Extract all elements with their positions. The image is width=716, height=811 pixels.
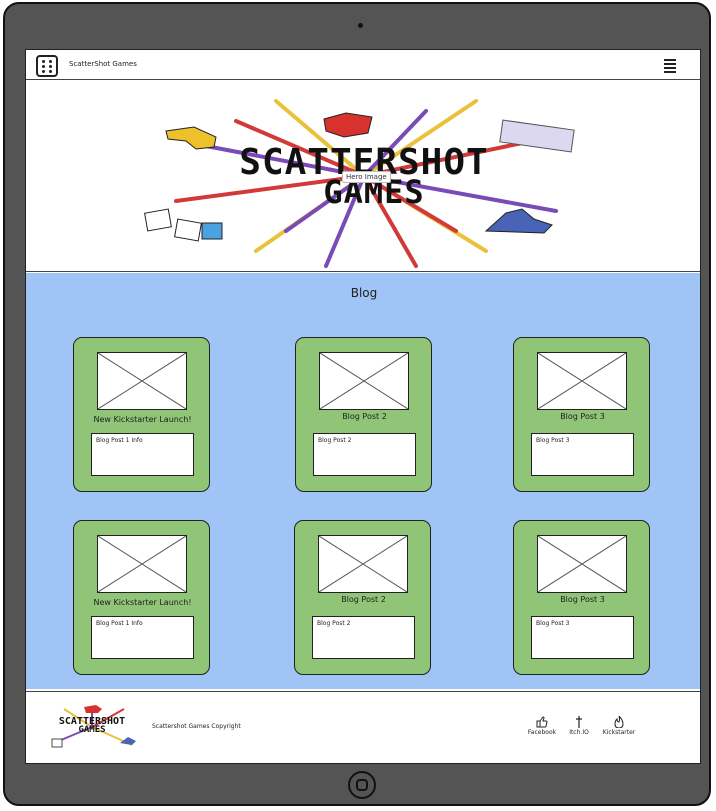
tablet-frame: ScatterShot Games SCATTERSHOT GAMES Hero… xyxy=(3,2,711,806)
blog-section: Blog New Kickstarter Launch! Blog Post 1… xyxy=(26,273,700,689)
blog-heading: Blog xyxy=(350,286,378,300)
hamburger-menu-icon[interactable] xyxy=(664,59,676,73)
image-placeholder xyxy=(319,352,409,410)
card-info: Blog Post 1 Info xyxy=(91,433,194,476)
hero-image-label: Hero Image xyxy=(342,171,391,183)
image-placeholder xyxy=(537,352,627,410)
kickstarter-label: Kickstarter xyxy=(602,729,636,736)
kickstarter-link[interactable]: Kickstarter xyxy=(601,716,637,736)
card-title: New Kickstarter Launch! xyxy=(93,598,192,607)
flame-icon xyxy=(614,716,624,728)
card-info: Blog Post 1 Info xyxy=(91,616,194,659)
blog-card[interactable]: Blog Post 2 Blog Post 2 xyxy=(295,337,432,492)
image-placeholder xyxy=(97,535,187,593)
navbar: ScatterShot Games xyxy=(26,50,700,80)
itchio-label: Itch.IO xyxy=(569,729,589,736)
footer-logo-line2: GAMES xyxy=(78,725,106,735)
brand-name[interactable]: ScatterShot Games xyxy=(69,60,137,68)
blog-card[interactable]: Blog Post 3 Blog Post 3 xyxy=(513,337,650,492)
blog-card[interactable]: New Kickstarter Launch! Blog Post 1 Info xyxy=(73,520,210,675)
footer-logo[interactable]: SCATTERSHOT GAMES xyxy=(44,705,140,749)
card-info: Blog Post 3 xyxy=(531,616,634,659)
blog-card[interactable]: Blog Post 2 Blog Post 2 xyxy=(294,520,431,675)
itchio-link[interactable]: Itch.IO xyxy=(561,716,597,736)
image-placeholder xyxy=(97,352,187,410)
dice-icon[interactable] xyxy=(36,55,58,77)
screen: ScatterShot Games SCATTERSHOT GAMES Hero… xyxy=(25,49,701,764)
copyright-text: Scattershot Games Copyright xyxy=(152,723,241,730)
image-placeholder xyxy=(537,535,627,593)
footer: SCATTERSHOT GAMES Scattershot Games Copy… xyxy=(26,691,700,763)
blog-card[interactable]: New Kickstarter Launch! Blog Post 1 Info xyxy=(73,337,210,492)
card-title: Blog Post 2 xyxy=(342,412,387,421)
card-info: Blog Post 2 xyxy=(312,616,415,659)
card-info: Blog Post 3 xyxy=(531,433,634,476)
home-button[interactable] xyxy=(348,771,376,799)
sword-icon xyxy=(576,716,582,728)
card-info: Blog Post 2 xyxy=(313,433,416,476)
camera-dot xyxy=(358,23,363,28)
hero-image: SCATTERSHOT GAMES Hero Image xyxy=(26,81,700,272)
card-title: Blog Post 3 xyxy=(560,412,605,421)
card-title: Blog Post 2 xyxy=(341,595,386,604)
blog-card[interactable]: Blog Post 3 Blog Post 3 xyxy=(513,520,650,675)
image-placeholder xyxy=(318,535,408,593)
thumbs-up-icon xyxy=(536,716,548,728)
facebook-link[interactable]: Facebook xyxy=(524,716,560,736)
facebook-label: Facebook xyxy=(527,729,557,736)
card-title: New Kickstarter Launch! xyxy=(93,415,192,424)
card-title: Blog Post 3 xyxy=(560,595,605,604)
